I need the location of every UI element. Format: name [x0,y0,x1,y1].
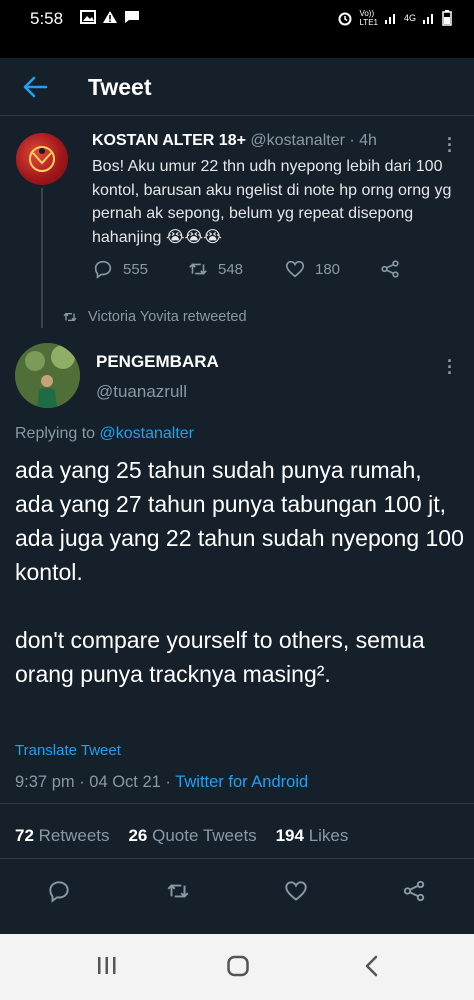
tweet-actions [0,878,474,908]
warning-icon [103,11,117,23]
translate-tweet-link[interactable]: Translate Tweet [15,742,121,759]
tweet-header: KOSTAN ALTER 18+ @kostanalter · 4h [92,132,377,150]
more-options-icon[interactable]: · · · [447,352,453,382]
likes-label: Likes [308,826,349,845]
retweets-count: 72 [15,826,34,845]
reply-count: 555 [123,260,149,278]
quote-tweets-stat[interactable]: 26 Quote Tweets [128,826,256,845]
comment-icon[interactable] [46,878,72,904]
network-type: 4G [403,13,416,23]
likes-stat[interactable]: 194 Likes [276,826,349,845]
message-icon [125,11,139,23]
more-options-icon[interactable]: · · · [447,130,453,160]
app-bar: Tweet [0,58,474,116]
arrow-left-icon[interactable] [22,74,48,100]
likes-count: 194 [275,826,304,845]
tweet-paragraph: ada yang 25 tahun sudah punya rumah, ada… [15,457,464,585]
status-bar: 5:58 Vo)) LTE1 4G [0,0,474,40]
like-button[interactable]: 180 [284,258,340,280]
tweet-screen: Tweet KOSTAN ALTER 18+ @kostanalter · 4h… [0,58,474,934]
divider [0,858,474,859]
timestamp: 9:37 pm · 04 Oct 21 · [15,773,176,791]
like-count: 180 [315,260,341,278]
replying-to: Replying to @kostanalter [15,425,194,443]
signal-icon [384,14,395,24]
page-title: Tweet [88,74,152,100]
divider [0,803,474,804]
handle: @kostanalter [250,132,345,149]
retweeted-by[interactable]: Victoria Yovita retweeted [88,309,247,325]
retweet-icon [189,263,207,275]
separator-dot: · [349,132,355,149]
tweet-paragraph: don't compare yourself to others, semua … [15,627,425,687]
tweet-time: 4h [359,132,377,149]
recent-apps-icon[interactable] [96,954,118,978]
volte-label: Vo)) LTE1 [359,9,378,27]
replying-prefix: Replying to [15,425,100,442]
quote-count: 26 [128,826,148,845]
tweet-text: Bos! Aku umur 22 thn udh nyepong lebih d… [92,158,452,246]
tweet-metadata: 9:37 pm · 04 Oct 21 · Twitter for Androi… [15,773,308,792]
notification-icons [80,10,140,24]
share-icon [381,260,399,278]
avatar[interactable] [16,133,68,185]
handle: @tuanazrull [96,382,187,401]
retweet-button[interactable]: 548 [187,258,243,280]
image-notification-icon [80,10,96,24]
display-name[interactable]: PENGEMBARA [96,352,219,372]
thread-line [41,188,43,328]
retweet-count: 548 [218,260,244,278]
display-name[interactable]: KOSTAN ALTER 18+ [92,132,246,149]
avatar[interactable] [15,343,80,408]
system-nav-bar [0,934,474,1000]
retweets-stat[interactable]: 72 Retweets [15,826,110,845]
tweet-text: ada yang 25 tahun sudah punya rumah, ada… [15,453,465,691]
source-link[interactable]: Twitter for Android [175,773,308,791]
heart-icon [285,260,305,278]
heart-icon[interactable] [283,878,309,904]
retweet-context: Victoria Yovita retweeted [62,309,247,325]
engagement-stats: 72 Retweets 26 Quote Tweets 194 Likes [15,826,348,846]
retweets-label: Retweets [38,826,110,845]
battery-icon [442,10,452,26]
home-icon[interactable] [226,954,250,978]
reply-button[interactable]: 555 [92,258,148,280]
share-icon[interactable] [401,878,427,904]
signal-icon-2 [423,14,433,24]
divider [0,115,474,116]
alarm-icon [338,12,352,26]
tweet-actions: 555 548 180 [92,258,412,286]
comment-icon [94,260,112,279]
retweet-icon [63,312,77,322]
system-icons: Vo)) LTE1 4G [337,9,452,27]
status-time: 5:58 [30,9,64,28]
share-button[interactable] [379,258,401,280]
quote-label: Quote Tweets [152,826,257,845]
back-nav-icon[interactable] [362,954,382,978]
replying-to-link[interactable]: @kostanalter [100,425,195,442]
avatar-image [29,146,55,172]
retweet-icon[interactable] [165,878,191,904]
avatar-image [15,343,80,408]
